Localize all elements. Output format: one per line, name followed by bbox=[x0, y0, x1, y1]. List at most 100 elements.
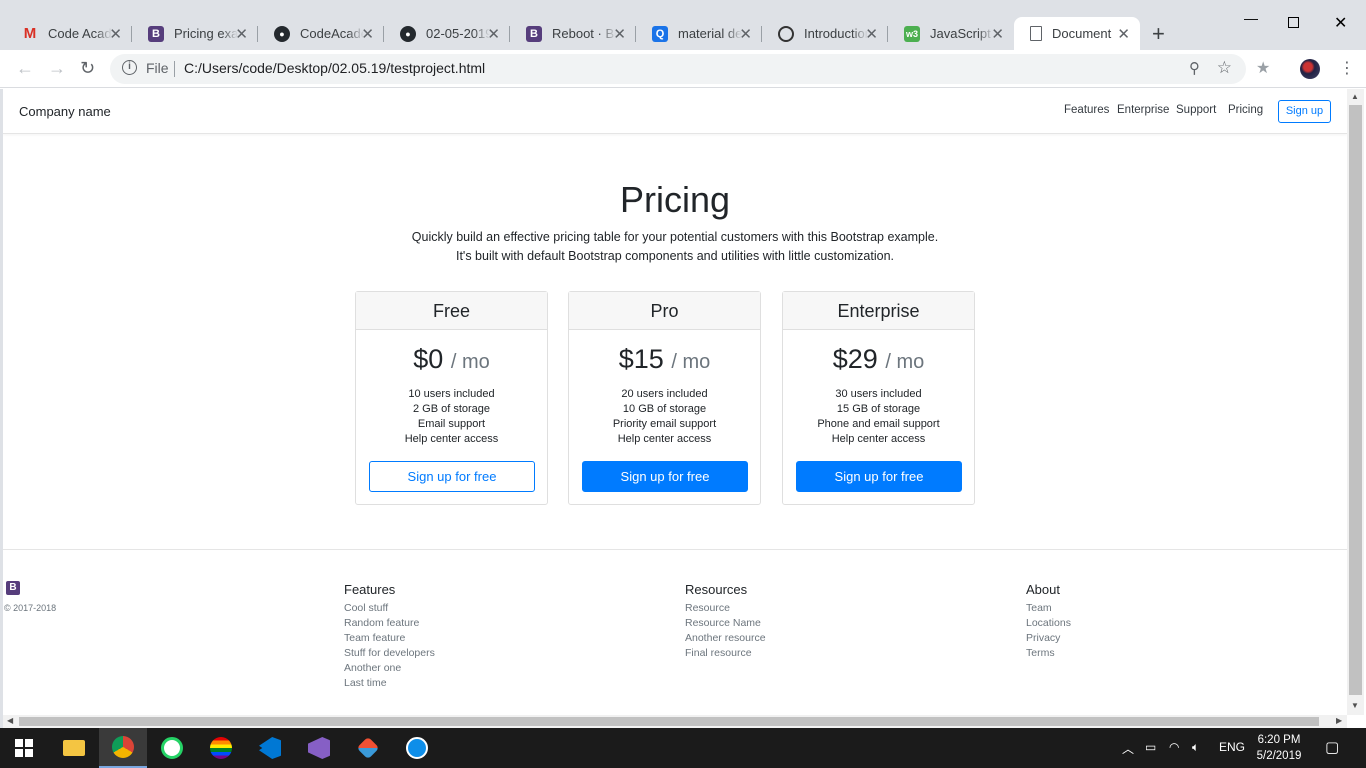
feature-item: Help center access bbox=[404, 433, 499, 445]
browser-tab[interactable]: ● CodeAcademy ✕ bbox=[258, 17, 384, 50]
w3-icon: w3 bbox=[904, 25, 920, 42]
footer-link[interactable]: Terms bbox=[1026, 646, 1071, 661]
zoom-icon[interactable]: ⚲ bbox=[1189, 59, 1200, 77]
close-tab-icon[interactable]: ✕ bbox=[991, 25, 1004, 43]
browser-tab[interactable]: M Code Academy ✕ bbox=[6, 17, 132, 50]
footer-column-about: About Team Locations Privacy Terms bbox=[1026, 582, 1071, 661]
signup-enterprise-button[interactable]: Sign up for free bbox=[796, 461, 962, 492]
footer-heading: About bbox=[1026, 582, 1060, 597]
profile-avatar[interactable] bbox=[1300, 59, 1320, 79]
scroll-right-icon[interactable]: ▶ bbox=[1336, 716, 1342, 725]
scroll-left-icon[interactable]: ◀ bbox=[7, 716, 13, 725]
footer-divider bbox=[3, 549, 1347, 550]
forward-icon[interactable]: → bbox=[48, 58, 66, 79]
footer-link[interactable]: Team feature bbox=[344, 631, 435, 646]
file-explorer-icon[interactable] bbox=[50, 728, 98, 768]
browser-tab[interactable]: ● 02-05-2019 ✕ bbox=[384, 17, 510, 50]
scroll-down-icon[interactable]: ▼ bbox=[1351, 701, 1359, 710]
brand-name[interactable]: Company name bbox=[19, 104, 111, 119]
battery-icon[interactable]: ▭ bbox=[1145, 740, 1156, 754]
footer-link[interactable]: Cool stuff bbox=[344, 601, 435, 616]
close-tab-icon[interactable]: ✕ bbox=[613, 25, 626, 43]
footer-link[interactable]: Another one bbox=[344, 661, 435, 676]
browser-toolbar: ← → ↻ i File C:/Users/code/Desktop/02.05… bbox=[0, 50, 1366, 88]
footer-link[interactable]: Final resource bbox=[685, 646, 766, 661]
nav-pricing[interactable]: Pricing bbox=[1228, 104, 1263, 116]
browser-tab[interactable]: w3 JavaScript Tutorial ✕ bbox=[888, 17, 1014, 50]
close-tab-icon[interactable]: ✕ bbox=[487, 25, 500, 43]
footer-link[interactable]: Stuff for developers bbox=[344, 646, 435, 661]
close-tab-icon[interactable]: ✕ bbox=[109, 25, 122, 43]
feature-item: 10 users included bbox=[408, 388, 495, 400]
close-tab-icon[interactable]: ✕ bbox=[235, 25, 248, 43]
maximize-icon[interactable] bbox=[1288, 17, 1299, 28]
nav-support[interactable]: Support bbox=[1176, 104, 1216, 116]
notifications-icon[interactable]: ▢ bbox=[1325, 738, 1339, 756]
extension-icon[interactable]: ★ bbox=[1256, 58, 1270, 78]
whatsapp-icon[interactable] bbox=[148, 728, 196, 768]
footer-link[interactable]: Team bbox=[1026, 601, 1071, 616]
scroll-thumb[interactable] bbox=[1349, 105, 1362, 695]
volume-icon[interactable]: 🔈︎ bbox=[1192, 740, 1199, 755]
plan-features: 30 users included 15 GB of storage Phone… bbox=[783, 387, 974, 447]
reload-icon[interactable]: ↻ bbox=[80, 58, 95, 79]
nav-enterprise[interactable]: Enterprise bbox=[1117, 104, 1169, 116]
new-tab-icon[interactable]: + bbox=[1152, 21, 1165, 47]
menu-kebab-icon[interactable]: ⋮ bbox=[1339, 58, 1355, 78]
plan-features: 20 users included 10 GB of storage Prior… bbox=[569, 387, 760, 447]
system-clock[interactable]: 6:20 PM 5/2/2019 bbox=[1254, 732, 1304, 764]
signup-free-button[interactable]: Sign up for free bbox=[369, 461, 535, 492]
minimize-icon[interactable]: — bbox=[1244, 10, 1258, 26]
close-window-icon[interactable]: ✕ bbox=[1334, 13, 1347, 33]
bootstrap-logo: B bbox=[6, 581, 20, 595]
scroll-thumb[interactable] bbox=[19, 717, 1319, 726]
show-hidden-icons[interactable]: ︿ bbox=[1122, 740, 1134, 757]
nav-features[interactable]: Features bbox=[1064, 104, 1109, 116]
footer-link[interactable]: Another resource bbox=[685, 631, 766, 646]
bootstrap-icon: B bbox=[526, 25, 542, 42]
windows-taskbar: ︿ ▭ ◠ 🔈︎ ENG 6:20 PM 5/2/2019 ▢ bbox=[0, 728, 1366, 768]
vscode-icon[interactable] bbox=[246, 728, 294, 768]
page-title: Pricing bbox=[619, 179, 731, 220]
language-indicator[interactable]: ENG bbox=[1219, 740, 1245, 754]
pricing-card-pro: Pro $15 / mo 20 users included 10 GB of … bbox=[568, 291, 761, 505]
footer-link[interactable]: Locations bbox=[1026, 616, 1071, 631]
footer-link[interactable]: Privacy bbox=[1026, 631, 1071, 646]
browser-tab-active[interactable]: Document ✕ bbox=[1014, 17, 1140, 50]
info-icon[interactable]: i bbox=[122, 60, 137, 75]
git-icon[interactable] bbox=[344, 728, 392, 768]
bookmark-star-icon[interactable]: ☆ bbox=[1217, 58, 1232, 78]
back-icon[interactable]: ← bbox=[16, 58, 34, 79]
hero-lead: It's built with default Bootstrap compon… bbox=[455, 249, 895, 263]
visual-studio-icon[interactable] bbox=[295, 728, 343, 768]
close-tab-icon[interactable]: ✕ bbox=[739, 25, 752, 43]
pride-icon[interactable] bbox=[197, 728, 245, 768]
feature-item: Phone and email support bbox=[817, 418, 940, 430]
pricing-card-free: Free $0 / mo 10 users included 2 GB of s… bbox=[355, 291, 548, 505]
close-tab-icon[interactable]: ✕ bbox=[1117, 25, 1130, 43]
browser-tab[interactable]: Q material design ✕ bbox=[636, 17, 762, 50]
signup-pro-button[interactable]: Sign up for free bbox=[582, 461, 748, 492]
browser-tab[interactable]: B Reboot · Bootstrap ✕ bbox=[510, 17, 636, 50]
close-tab-icon[interactable]: ✕ bbox=[361, 25, 374, 43]
footer-link[interactable]: Resource bbox=[685, 601, 766, 616]
vertical-scrollbar[interactable]: ▲ ▼ bbox=[1347, 89, 1364, 715]
wifi-icon[interactable]: ◠ bbox=[1169, 740, 1179, 754]
address-bar[interactable]: i File C:/Users/code/Desktop/02.05.19/te… bbox=[110, 54, 1246, 84]
browser-tab[interactable]: Introduction ✕ bbox=[762, 17, 888, 50]
url-text[interactable]: C:/Users/code/Desktop/02.05.19/testproje… bbox=[184, 60, 485, 76]
bootstrap-icon: B bbox=[148, 25, 164, 42]
signup-button[interactable]: Sign up bbox=[1278, 100, 1331, 123]
close-tab-icon[interactable]: ✕ bbox=[865, 25, 878, 43]
windows-start-icon[interactable] bbox=[0, 728, 48, 768]
feature-item: Priority email support bbox=[612, 418, 717, 430]
chrome-icon[interactable] bbox=[99, 728, 147, 768]
plan-name: Free bbox=[356, 292, 547, 330]
footer-link[interactable]: Resource Name bbox=[685, 616, 766, 631]
teamviewer-icon[interactable] bbox=[393, 728, 441, 768]
scroll-up-icon[interactable]: ▲ bbox=[1351, 92, 1359, 101]
footer-link[interactable]: Last time bbox=[344, 676, 435, 691]
browser-tab[interactable]: B Pricing example ✕ bbox=[132, 17, 258, 50]
footer-link[interactable]: Random feature bbox=[344, 616, 435, 631]
horizontal-scrollbar[interactable]: ◀ ▶ bbox=[3, 715, 1347, 728]
